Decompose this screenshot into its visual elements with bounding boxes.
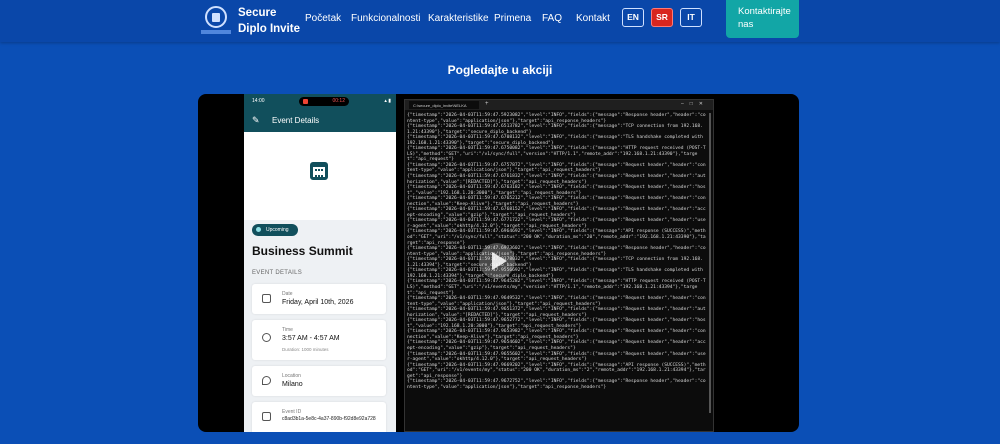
location-card: Location Milano bbox=[252, 366, 386, 396]
app-bar-title: Event Details bbox=[272, 116, 320, 125]
signal-battery-icon: ▴ ▮ bbox=[384, 98, 391, 104]
calendar-small-icon bbox=[262, 294, 271, 303]
window-controls-icon[interactable]: –□✕ bbox=[681, 101, 709, 107]
fingerprint-icon bbox=[262, 412, 271, 421]
contact-cta-button[interactable]: Kontaktirajte nas bbox=[726, 0, 799, 38]
terminal-scrollbar[interactable] bbox=[709, 113, 711, 413]
time-label: Time bbox=[282, 327, 293, 333]
terminal-tab[interactable]: C:\secure_diplo_invite\NELKA bbox=[409, 101, 479, 109]
terminal-log: {"timestamp":"2026-04-03T11:59:47.592308… bbox=[407, 113, 706, 390]
nav-link-kontakt[interactable]: Kontakt bbox=[576, 13, 610, 24]
phone-clock: 14:00 bbox=[252, 98, 265, 104]
brand-name[interactable]: Secure Diplo Invite bbox=[238, 5, 308, 37]
demo-video-player[interactable]: 14:00 00:12 ▴ ▮ ✎ Event Details Upcoming… bbox=[198, 94, 799, 432]
time-value: 3:57 AM - 4:57 AM bbox=[282, 335, 340, 342]
terminal-titlebar: C:\secure_diplo_invite\NELKA + –□✕ bbox=[405, 100, 713, 110]
back-icon[interactable]: ✎ bbox=[252, 115, 260, 126]
lang-button-en[interactable]: EN bbox=[622, 8, 644, 27]
record-timer: 00:12 bbox=[332, 98, 345, 104]
calendar-icon bbox=[310, 162, 328, 180]
nav-link-funkcionalnosti[interactable]: Funkcionalnosti bbox=[351, 13, 420, 24]
clock-icon bbox=[262, 333, 271, 342]
date-value: Friday, April 10th, 2026 bbox=[282, 299, 354, 306]
location-pin-icon bbox=[262, 376, 271, 385]
duration-text: Duration: 1000 minutes bbox=[282, 347, 329, 352]
screen-record-pill: 00:12 bbox=[299, 97, 349, 106]
terminal-window: C:\secure_diplo_invite\NELKA + –□✕ {"tim… bbox=[404, 99, 714, 432]
new-tab-icon[interactable]: + bbox=[485, 101, 489, 107]
date-label: Date bbox=[282, 291, 293, 297]
app-bar: ✎ Event Details bbox=[244, 108, 396, 132]
event-id-card: Event ID c8ad3b1a-5e8c-4a37-890b-f92d8e9… bbox=[252, 402, 386, 432]
nav-link-pocetak[interactable]: Početak bbox=[305, 13, 341, 24]
play-icon[interactable] bbox=[478, 242, 516, 280]
date-card: Date Friday, April 10th, 2026 bbox=[252, 284, 386, 314]
nav-link-karakteristike[interactable]: Karakteristike bbox=[428, 13, 489, 24]
lang-button-it[interactable]: IT bbox=[680, 8, 702, 27]
event-id-value: c8ad3b1a-5e8c-4a37-890b-f92d8e92a728 bbox=[282, 416, 376, 422]
site-header: Secure Diplo Invite Početak Funkcionalno… bbox=[0, 0, 1000, 42]
location-value: Milano bbox=[282, 381, 303, 388]
nav-link-primena[interactable]: Primena bbox=[494, 13, 531, 24]
section-title: Pogledajte u akciji bbox=[447, 63, 553, 77]
phone-screen: 14:00 00:12 ▴ ▮ ✎ Event Details Upcoming… bbox=[244, 94, 396, 432]
lang-button-sr[interactable]: SR bbox=[651, 8, 673, 27]
nav-link-faq[interactable]: FAQ bbox=[542, 13, 562, 24]
shield-lock-logo-icon[interactable] bbox=[198, 4, 234, 36]
event-title: Business Summit bbox=[252, 244, 353, 258]
time-card: Time 3:57 AM - 4:57 AM Duration: 1000 mi… bbox=[252, 320, 386, 360]
record-icon bbox=[303, 99, 308, 104]
event-hero bbox=[244, 132, 396, 220]
event-id-label: Event ID bbox=[282, 409, 302, 415]
status-badge: Upcoming bbox=[252, 224, 298, 236]
phone-status-bar: 14:00 00:12 ▴ ▮ bbox=[244, 94, 396, 108]
event-details-heading: EVENT DETAILS bbox=[252, 270, 303, 276]
location-label: Location bbox=[282, 373, 301, 379]
